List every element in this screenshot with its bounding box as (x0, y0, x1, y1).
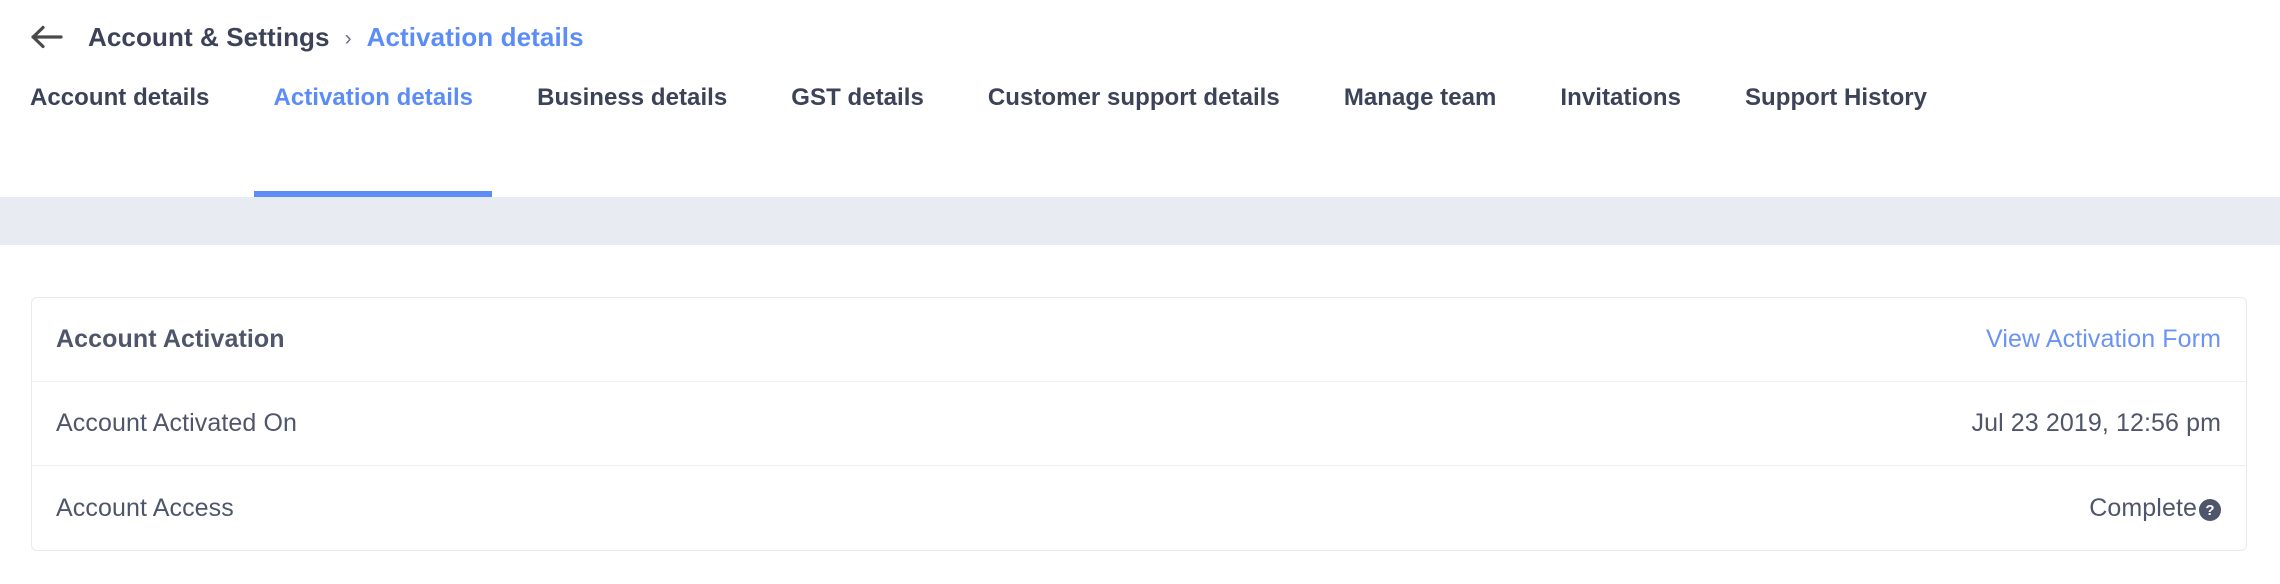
breadcrumb-separator-icon: › (344, 26, 352, 50)
tab-label: Account details (30, 84, 210, 111)
tab-business-details[interactable]: Business details (537, 74, 727, 197)
card-title: Account Activation (56, 325, 285, 353)
row-value-account-access-group: Complete ? (2089, 494, 2221, 523)
card-header-row: Account Activation View Activation Form (32, 298, 2246, 382)
breadcrumb: Account & Settings › Activation details (0, 0, 2280, 74)
help-icon[interactable]: ? (2199, 499, 2221, 521)
breadcrumb-current-page: Activation details (366, 21, 584, 52)
table-row: Account Activated On Jul 23 2019, 12:56 … (32, 382, 2246, 466)
account-activation-card: Account Activation View Activation Form … (31, 297, 2247, 551)
content-area: Account Activation View Activation Form … (0, 245, 2280, 551)
table-row: Account Access Complete ? (32, 466, 2246, 550)
section-divider-band (0, 197, 2280, 245)
view-activation-form-link[interactable]: View Activation Form (1986, 325, 2221, 354)
tab-support-history[interactable]: Support History (1745, 74, 1927, 197)
tab-label: Customer support details (987, 84, 1280, 111)
row-label-account-access: Account Access (56, 493, 234, 522)
activation-details-page: Account & Settings › Activation details … (0, 0, 2280, 584)
row-label-account-activated-on: Account Activated On (56, 409, 298, 437)
tab-label: Invitations (1560, 84, 1681, 111)
tab-bar: Account details Activation details Busin… (0, 74, 2280, 197)
tab-gst-details[interactable]: GST details (791, 74, 924, 197)
tab-activation-details[interactable]: Activation details (254, 74, 492, 197)
tab-label: Business details (537, 84, 728, 111)
tab-customer-support-details[interactable]: Customer support details (988, 74, 1280, 197)
tab-label: GST details (791, 84, 924, 111)
tab-account-details[interactable]: Account details (30, 74, 209, 197)
row-value-account-activated-on: Jul 23 2019, 12:56 pm (1971, 409, 2221, 437)
arrow-left-icon[interactable] (30, 15, 74, 59)
tab-invitations[interactable]: Invitations (1560, 74, 1681, 197)
tab-label: Manage team (1343, 84, 1497, 111)
breadcrumb-root-link[interactable]: Account & Settings (88, 22, 330, 53)
tab-label: Activation details (273, 84, 474, 111)
tab-label: Support History (1744, 84, 1928, 111)
row-value-account-access: Complete (2089, 493, 2197, 522)
tab-manage-team[interactable]: Manage team (1344, 74, 1497, 197)
